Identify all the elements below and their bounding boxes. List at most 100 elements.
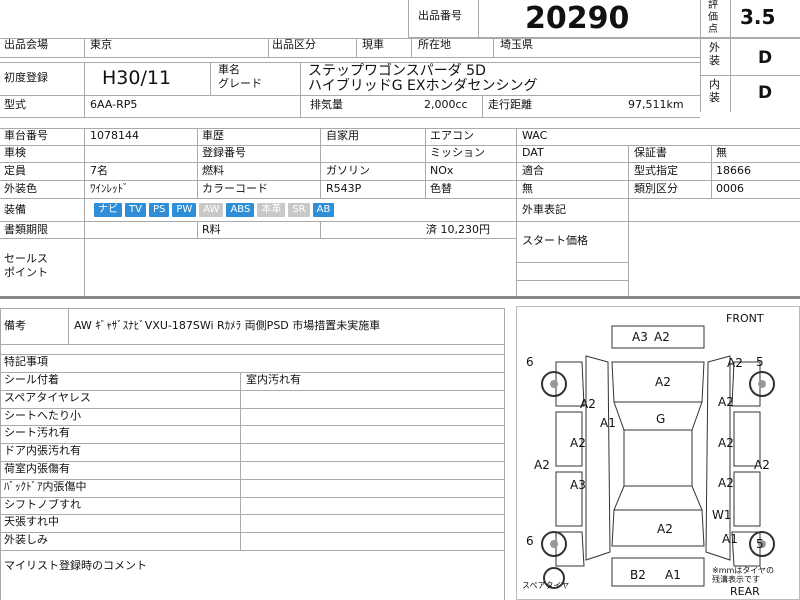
ext-grade-label: 外装 [709, 41, 720, 67]
equipment-badge: AW [199, 203, 224, 217]
equipment-badge: SR [288, 203, 310, 217]
docs-label: 書類期限 [4, 224, 48, 236]
rating-label: 評価点 [708, 0, 718, 35]
car-outline [541, 325, 775, 589]
import-label: 外車表記 [522, 204, 566, 216]
special-item-label: 荷室内張傷有 [4, 463, 70, 475]
code-front-a2: A2 [654, 330, 670, 344]
equipment-badge: AB [312, 203, 335, 217]
tire-rear-left: 6 [526, 534, 534, 548]
code-windshield: A1 [600, 416, 616, 430]
code-left-side: A2 [534, 458, 550, 472]
color-code: R543P [326, 183, 362, 195]
model-label: 型式 [4, 99, 26, 111]
ac-label: エアコン [430, 130, 474, 142]
fuel: ガソリン [326, 165, 370, 177]
color-change-label: 色替 [430, 183, 452, 195]
color-label: 外装色 [4, 183, 37, 195]
front-label: FRONT [726, 312, 764, 325]
rear-label: REAR [730, 585, 760, 598]
code-rear-glass: W1 [712, 508, 732, 522]
car-grade: ハイブリッドG EXホンダセンシング [308, 78, 538, 94]
tire-front-left: 6 [526, 355, 534, 369]
section-label: 出品区分 [272, 39, 316, 51]
category-label: 類別区分 [634, 183, 678, 195]
special-item-label: ﾊﾞｯｸﾄﾞｱ内張傷中 [4, 480, 87, 493]
rating-score: 3.5 [740, 6, 776, 29]
equipment-badge: 本革 [257, 203, 286, 217]
code-rear-a1: A1 [722, 532, 738, 546]
designation: 18666 [716, 165, 751, 177]
special-item-label: シフトノブすれ [4, 498, 81, 511]
code-bumper-a1: A1 [665, 568, 681, 582]
reg-date: H30/11 [102, 68, 172, 89]
code-right-side: A2 [754, 458, 770, 472]
tread-note: ※mmはタイヤの 残溝表示です [712, 566, 775, 584]
car-name: ステップワゴンスパーダ 5D [308, 63, 486, 79]
special-item-label: 外装しみ [4, 534, 48, 547]
special-item-label: ドア内張汚れ有 [4, 445, 81, 458]
warranty: 無 [716, 147, 727, 159]
ac: WAC [522, 130, 548, 142]
start-price-label: スタート価格 [522, 235, 588, 247]
equipment-badge: TV [125, 203, 146, 217]
color-code-label: カラーコード [202, 183, 268, 195]
code-roof: G [656, 412, 666, 426]
remarks-label: 備考 [4, 320, 26, 332]
reg-label: 初度登録 [4, 72, 48, 84]
special-item-label: 天張すれ中 [4, 516, 59, 529]
code-right-mirror: A2 [727, 356, 743, 370]
code-front-a3: A3 [632, 330, 648, 344]
venue: 東京 [90, 39, 112, 51]
displacement: 2,000cc [424, 99, 468, 111]
category: 0006 [716, 183, 744, 195]
ext-grade: D [758, 49, 773, 68]
equipment-badge: PW [172, 203, 197, 217]
spare-label: スペアタイヤ [522, 581, 570, 590]
remarks-text: AW ｷﾞｬｻﾞｽﾅﾋﾞVXU-187SWi Rｶﾒﾗ 両側PSD 市場措置未実… [74, 320, 381, 332]
special-header: 特記事項 [4, 356, 48, 368]
tire-front-right: 5 [756, 355, 764, 369]
tire-rear-right: 5 [756, 537, 764, 551]
special-item-label: シートへたり小 [4, 409, 81, 422]
equipment-label: 装備 [4, 204, 26, 216]
location-label: 所在地 [418, 39, 451, 51]
nox-label: NOx [430, 165, 454, 177]
reg-number-label: 登録番号 [202, 147, 246, 159]
code-rear-panel: A2 [657, 522, 673, 536]
code-hood: A2 [655, 375, 671, 389]
code-left-quarter: A3 [570, 478, 586, 492]
chassis: 1078144 [90, 130, 139, 142]
location: 埼玉県 [500, 39, 533, 51]
car-name-label: 車名 [218, 64, 240, 76]
color-change: 無 [522, 183, 533, 195]
special-item-label: シート汚れ有 [4, 427, 70, 440]
comment-label: マイリスト登録時のコメント [4, 560, 147, 572]
model-code: 6AA-RP5 [90, 99, 138, 111]
fuel-label: 燃料 [202, 165, 224, 177]
special-item-label: スペアタイヤレス [4, 391, 91, 404]
code-left-mirror: A2 [580, 397, 596, 411]
nox: 適合 [522, 165, 544, 177]
equipment-badges: ナビ TV PS PW AW ABS 本革 SR AB [94, 203, 337, 217]
grade-label: グレード [218, 78, 262, 90]
venue-label: 出品会場 [4, 39, 48, 51]
sales-point-label: セールス ポイント [4, 252, 48, 279]
special-item-label: シール付着 [4, 374, 59, 386]
equipment-badge: ABS [226, 203, 255, 217]
code-right-fender: A2 [718, 395, 734, 409]
warranty-label: 保証書 [634, 147, 667, 159]
lot-number: 20290 [525, 1, 630, 36]
recycle-label: R料 [202, 224, 221, 236]
displacement-label: 排気量 [310, 99, 343, 111]
history-label: 車歴 [202, 130, 224, 142]
history: 自家用 [326, 130, 359, 142]
transmission-label: ミッション [430, 147, 485, 159]
auction-sheet: { "header": { "lot_label": "出品番号", "lot_… [0, 0, 800, 600]
code-left-front-door: A2 [570, 436, 586, 450]
mileage-label: 走行距離 [488, 99, 532, 111]
transmission: DAT [522, 147, 544, 159]
chassis-label: 車台番号 [4, 130, 48, 142]
inspection-label: 車検 [4, 147, 26, 159]
equipment-badge: PS [148, 203, 170, 217]
